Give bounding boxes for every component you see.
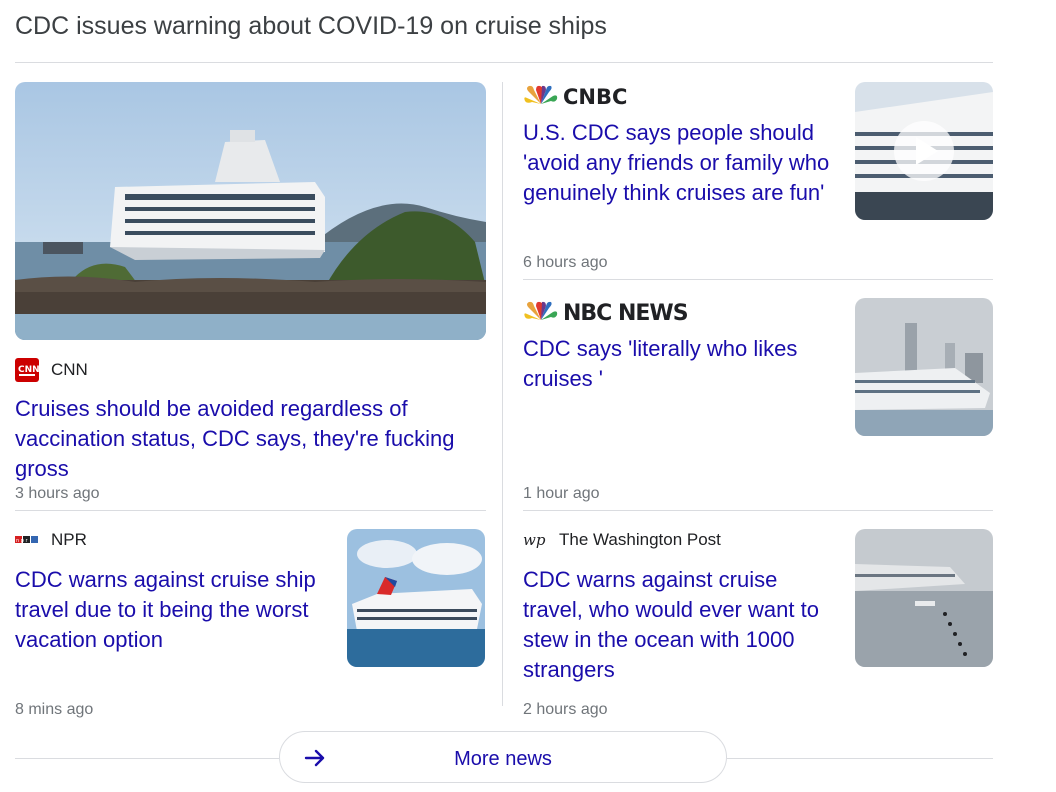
more-news-label: More news — [454, 748, 552, 770]
article-source-nbc: NBC NEWS — [523, 298, 693, 324]
row-divider-right-2 — [523, 510, 993, 511]
article-headline-cnbc[interactable]: U.S. CDC says people should 'avoid any f… — [523, 118, 843, 208]
wapo-logo-icon: wp — [523, 531, 546, 549]
nbc-news-logo-icon: NBC NEWS — [524, 301, 689, 324]
svg-text:wp: wp — [523, 531, 546, 549]
section-title: CDC issues warning about COVID-19 on cru… — [15, 12, 607, 40]
article-time: 1 hour ago — [523, 485, 600, 502]
source-name: NBC NEWS — [563, 301, 688, 324]
article-time: 6 hours ago — [523, 254, 608, 271]
row-divider-left — [15, 510, 486, 511]
title-divider — [15, 62, 993, 63]
article-time: 3 hours ago — [15, 485, 100, 502]
article-source-cnn: CNN CNN — [15, 358, 88, 382]
svg-text:n p r: n p r — [16, 538, 29, 544]
article-image-wapo[interactable] — [855, 529, 993, 667]
article-image-npr[interactable] — [347, 529, 485, 667]
article-source-cnbc: CNBC — [523, 84, 668, 108]
svg-text:CNN: CNN — [18, 365, 39, 375]
column-divider — [502, 82, 503, 706]
source-name: NPR — [51, 530, 87, 549]
article-image-cnbc[interactable] — [855, 82, 993, 220]
article-time: 8 mins ago — [15, 701, 94, 718]
article-source-wapo: wp The Washington Post — [523, 530, 721, 550]
article-image-nbc[interactable] — [855, 298, 993, 436]
npr-logo-icon: n p r — [15, 536, 38, 544]
article-headline-cnn[interactable]: Cruises should be avoided regardless of … — [15, 394, 485, 484]
footer-divider-left — [15, 758, 279, 759]
source-name: CNBC — [563, 85, 627, 108]
article-headline-nbc[interactable]: CDC says 'literally who likes cruises ' — [523, 334, 843, 394]
article-headline-wapo[interactable]: CDC warns against cruise travel, who wou… — [523, 565, 843, 685]
cnn-logo-icon: CNN — [15, 358, 39, 382]
cnbc-logo-icon: CNBC — [524, 85, 627, 108]
footer-divider-right — [727, 758, 993, 759]
article-image-cnn[interactable] — [15, 82, 486, 340]
article-headline-npr[interactable]: CDC warns against cruise ship travel due… — [15, 565, 335, 655]
article-source-npr: n p r NPR — [15, 530, 87, 550]
more-news-button[interactable]: More news — [279, 731, 727, 783]
row-divider-right-1 — [523, 279, 993, 280]
source-name: The Washington Post — [559, 530, 721, 549]
article-time: 2 hours ago — [523, 701, 608, 718]
source-name: CNN — [51, 360, 88, 379]
